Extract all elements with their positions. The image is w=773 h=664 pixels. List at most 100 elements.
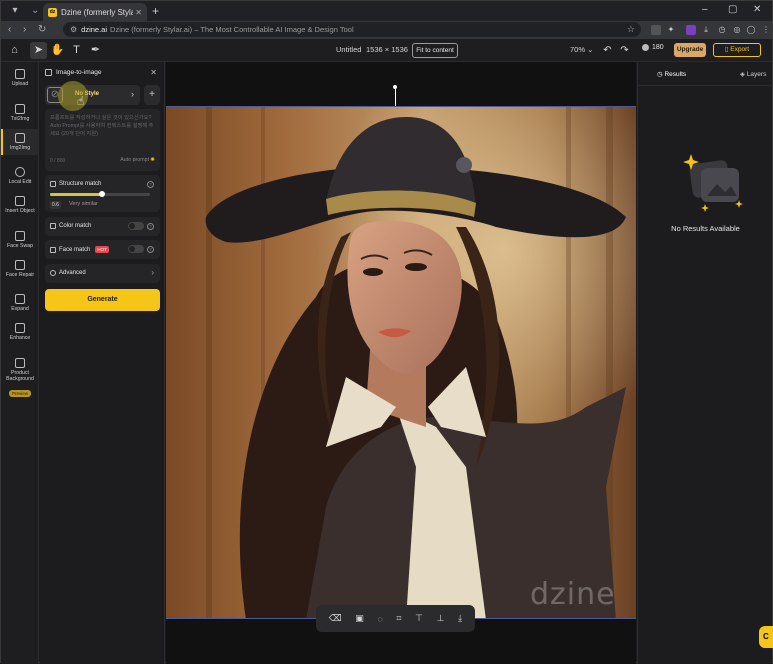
address-site: dzine.ai — [81, 25, 108, 34]
doc-title[interactable]: Untitled — [336, 45, 361, 54]
extensions-puzzle-icon[interactable]: ✦ — [666, 25, 676, 35]
img2img-icon — [15, 133, 25, 143]
extension-icon[interactable] — [651, 25, 661, 35]
advanced-section[interactable]: Advanced › — [45, 264, 160, 283]
forward-icon[interactable]: › — [23, 23, 26, 37]
download-icon[interactable]: ⤓ — [701, 25, 711, 35]
nav-product-background[interactable]: Product Background Preview — [1, 358, 39, 397]
nav-face-swap[interactable]: Face Swap — [1, 231, 39, 253]
results-clock-icon: ◷ — [657, 71, 663, 78]
address-page-title: Dzine (formerly Stylar.ai) – The Most Co… — [110, 25, 354, 34]
download-canvas-icon[interactable]: ⤓ — [458, 613, 462, 624]
prompt-placeholder: 프롬프트를 작성하거나 싶은 것이 있으신가요? Auto Prompt를 사용… — [50, 115, 154, 137]
color-match-toggle[interactable] — [128, 222, 144, 230]
account-icon[interactable]: ◯ — [746, 25, 756, 35]
export-label: Export — [730, 46, 750, 53]
color-match-card: Color match ? — [45, 217, 160, 236]
lasso-icon[interactable]: ◌ — [377, 614, 382, 624]
face-swap-icon — [15, 231, 25, 241]
bookmark-star-icon[interactable]: ☆ — [627, 24, 635, 35]
generate-button[interactable]: Generate — [45, 289, 160, 311]
browser-tab[interactable]: dz Dzine (formerly Stylar.ai) - The ✕ — [43, 3, 147, 21]
panel-close-icon[interactable]: ✕ — [150, 68, 157, 77]
nav-face-repair[interactable]: Face Repair — [1, 260, 39, 282]
upload-icon — [15, 69, 25, 79]
chevron-right-icon: › — [131, 89, 134, 99]
face-match-info-icon[interactable]: ? — [147, 246, 154, 253]
zoom-level[interactable]: 70% ⌄ — [570, 45, 593, 54]
upgrade-button[interactable]: Upgrade — [674, 43, 706, 57]
credits-value: 180 — [652, 44, 664, 51]
color-match-info-icon[interactable]: ? — [147, 223, 154, 230]
fit-to-content-button[interactable]: Fit to content — [412, 43, 458, 58]
add-style-button[interactable]: + — [144, 85, 160, 105]
rotation-handle[interactable] — [393, 85, 397, 89]
back-icon[interactable]: ‹ — [8, 23, 11, 37]
browser-tabstrip: ▾ ⌄ dz Dzine (formerly Stylar.ai) - The … — [1, 1, 772, 21]
nav-insert-object[interactable]: Insert Object — [1, 196, 39, 218]
canvas-image[interactable]: dzine — [166, 106, 636, 619]
auto-prompt-button[interactable]: Auto prompt ✺ — [120, 157, 155, 163]
align-bottom-icon[interactable]: ⊥ — [437, 613, 445, 624]
lightbulb-icon: ✺ — [150, 157, 155, 163]
address-input[interactable]: ⚙ dzine.ai Dzine (formerly Stylar.ai) – … — [63, 22, 641, 37]
nav-label: Insert Object — [5, 208, 35, 214]
nav-enhance[interactable]: Enhance — [1, 323, 39, 345]
gear-icon — [50, 270, 56, 276]
hand-tool-icon[interactable]: ✋ — [49, 42, 66, 59]
minimize-icon[interactable]: – — [702, 4, 708, 15]
undo-icon[interactable]: ↶ — [599, 42, 616, 59]
tab-results[interactable]: ◷ Results — [657, 70, 686, 78]
tab-search-icon[interactable]: ⌄ — [31, 5, 39, 16]
structure-slider[interactable] — [50, 191, 150, 197]
site-info-icon[interactable]: ⚙ — [70, 25, 77, 34]
prompt-input[interactable]: 프롬프트를 작성하거나 싶은 것이 있으신가요? Auto Prompt를 사용… — [45, 109, 160, 171]
text-tool-icon[interactable]: T — [68, 42, 85, 59]
nav-txt2img[interactable]: Txt2Img — [1, 104, 39, 126]
nav-img2img[interactable]: Img2Img — [1, 129, 39, 155]
chat-widget-button[interactable]: C — [759, 626, 773, 648]
nav-expand[interactable]: Expand — [1, 294, 39, 316]
maximize-icon[interactable]: ▢ — [728, 4, 737, 15]
auto-prompt-label: Auto prompt — [120, 157, 150, 163]
eraser-icon[interactable]: ⌫ — [329, 613, 342, 624]
tab-layers[interactable]: ◈ Layers — [740, 70, 766, 78]
face-repair-icon — [15, 260, 25, 270]
pen-tool-icon[interactable]: ✒ — [87, 42, 104, 59]
credits-counter[interactable]: 180 — [642, 44, 664, 51]
new-tab-icon[interactable]: + — [152, 4, 159, 18]
home-icon[interactable]: ⌂ — [6, 42, 23, 59]
settings-extension-icon[interactable]: ◎ — [732, 25, 742, 35]
browser-window: ▾ ⌄ dz Dzine (formerly Stylar.ai) - The … — [0, 0, 773, 664]
face-detect-icon[interactable]: ▣ — [355, 613, 364, 624]
select-tool-icon[interactable]: ➤ — [30, 42, 47, 59]
canvas-area[interactable]: dzine ⌫ ▣ ◌ ⌗ ⊤ ⊥ ⤓ — [166, 62, 636, 664]
face-match-toggle[interactable] — [128, 245, 144, 253]
doc-size[interactable]: 1536 × 1536 — [366, 45, 408, 54]
nav-local-edit[interactable]: Local Edit — [1, 167, 39, 189]
structure-value: 0.6 — [50, 201, 61, 209]
layers-label: Layers — [746, 71, 767, 78]
structure-desc: Very similar — [69, 201, 98, 207]
browser-menu-icon[interactable]: ⋮ — [761, 25, 771, 35]
no-results-text: No Results Available — [671, 224, 740, 233]
structure-info-icon[interactable]: ? — [147, 181, 154, 188]
nav-upload[interactable]: Upload — [1, 69, 39, 91]
face-match-card: Face match HOT ? — [45, 240, 160, 259]
structure-slider-knob[interactable] — [99, 191, 105, 197]
align-top-icon[interactable]: ⊤ — [415, 613, 423, 624]
product-background-icon — [15, 358, 25, 368]
history-icon[interactable]: ◷ — [717, 25, 727, 35]
nav-label: Local Edit — [8, 179, 32, 185]
crop-icon[interactable]: ⌗ — [396, 613, 401, 624]
export-button[interactable]: ▯ Export — [713, 43, 761, 57]
tab-menu-icon[interactable]: ▾ — [9, 5, 21, 17]
profile-extension-icon[interactable] — [686, 25, 696, 35]
redo-icon[interactable]: ↷ — [616, 42, 633, 59]
panel-header: Image-to-image — [45, 69, 102, 76]
tab-close-icon[interactable]: ✕ — [135, 8, 142, 17]
expand-icon — [15, 294, 25, 304]
reload-icon[interactable]: ↻ — [38, 23, 46, 37]
panel-title: Image-to-image — [56, 69, 102, 76]
close-window-icon[interactable]: ✕ — [753, 4, 761, 15]
